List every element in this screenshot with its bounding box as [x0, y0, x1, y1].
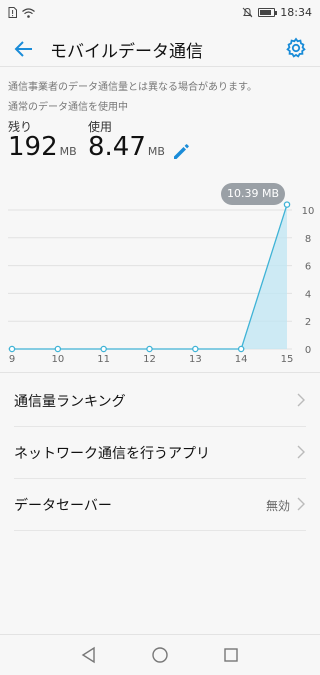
x-tick-label: 9: [9, 354, 15, 365]
usage-chart: 10 8 6 4 2 0 9 10 11 12 13 14 15: [0, 178, 320, 368]
data-point: [192, 345, 199, 353]
data-point: [54, 345, 62, 353]
used-value: 8.47 MB: [88, 132, 165, 162]
used-unit: MB: [147, 145, 165, 158]
sim-alert-icon: [8, 7, 17, 18]
header-divider: [0, 66, 320, 67]
y-tick-label: 2: [305, 317, 311, 328]
mute-icon: [242, 7, 253, 18]
x-tick-label: 10: [51, 354, 64, 365]
wifi-icon: [22, 7, 35, 18]
menu-row-label: 通信量ランキング: [14, 394, 126, 410]
nav-recents-icon[interactable]: [221, 645, 241, 665]
back-arrow-icon[interactable]: [10, 35, 38, 63]
page-title: モバイルデータ通信: [50, 42, 203, 62]
disclaimer-text: 通信事業者のデータ通信量とは異なる場合があります。: [8, 82, 257, 93]
remaining-value: 192 MB: [8, 132, 77, 162]
y-tick-label: 0: [305, 345, 311, 356]
remaining-number: 192: [8, 132, 58, 162]
y-tick-label: 4: [305, 289, 311, 300]
y-tick-label: 10: [302, 206, 315, 217]
chevron-right-icon: [297, 497, 305, 511]
menu-row-label: データセーバー: [14, 498, 112, 514]
row-divider: [14, 530, 306, 531]
x-tick-label: 14: [235, 354, 248, 365]
chart-divider: [0, 372, 320, 373]
y-tick-label: 6: [305, 262, 311, 273]
status-time: 18:34: [280, 6, 312, 19]
navigation-bar: [0, 635, 320, 675]
data-point: [146, 345, 153, 353]
data-point: [283, 201, 291, 208]
x-tick-label: 15: [281, 354, 294, 365]
x-tick-label: 13: [189, 354, 202, 365]
data-point: [237, 345, 245, 353]
chevron-right-icon: [297, 393, 305, 407]
status-bar: 18:34: [0, 0, 320, 26]
chart-tooltip: 10.39 MB: [221, 183, 285, 205]
series-area: [12, 204, 287, 349]
nav-back-icon[interactable]: [79, 645, 99, 665]
data-point: [8, 345, 16, 353]
used-number: 8.47: [88, 132, 146, 162]
data-saver-status: 無効: [265, 499, 290, 513]
data-point: [100, 345, 107, 353]
settings-gear-icon[interactable]: [284, 36, 308, 60]
x-tick-label: 12: [143, 354, 156, 365]
menu-row-label: ネットワーク通信を行うアプリ: [14, 446, 210, 462]
y-tick-label: 8: [305, 234, 311, 245]
battery-icon: [258, 8, 278, 17]
edit-pencil-icon[interactable]: [170, 140, 192, 162]
status-right: 18:34: [242, 6, 312, 19]
status-left: [8, 7, 35, 18]
menu-row-ranking[interactable]: 通信量ランキング: [0, 374, 320, 426]
remaining-unit: MB: [59, 145, 77, 158]
nav-home-icon[interactable]: [150, 645, 170, 665]
data-mode-text: 通常のデータ通信を使用中: [8, 102, 128, 113]
x-tick-label: 11: [97, 354, 110, 365]
chevron-right-icon: [297, 445, 305, 459]
menu-row-data-saver[interactable]: データセーバー 無効: [0, 478, 320, 530]
usage-chart-svg: 10 8 6 4 2 0 9 10 11 12 13 14 15: [8, 201, 315, 365]
menu-row-network-apps[interactable]: ネットワーク通信を行うアプリ: [0, 426, 320, 478]
series-line: [12, 204, 288, 350]
